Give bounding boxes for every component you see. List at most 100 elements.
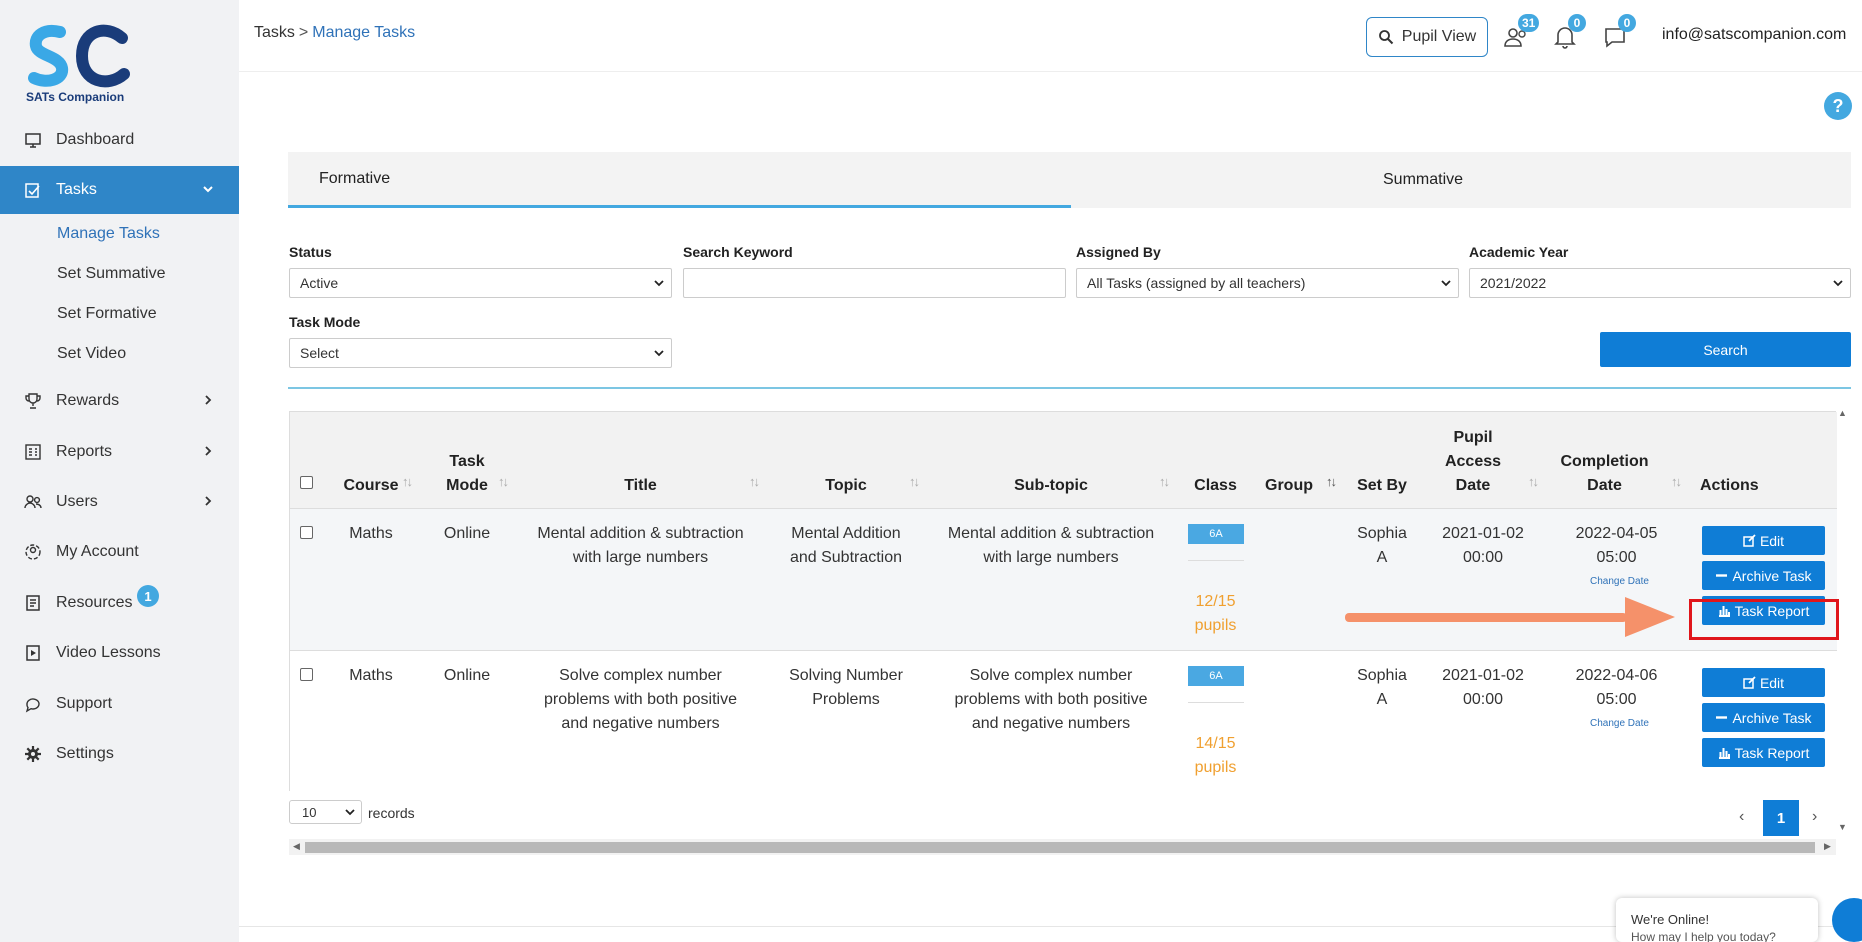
cell-topic: Mental Addition and Subtraction xyxy=(766,522,926,570)
header-line: Completion xyxy=(1560,453,1649,470)
notifications-badge: 0 xyxy=(1568,14,1586,32)
select-all-checkbox[interactable] xyxy=(300,476,313,489)
cell-line: Mental addition & subtraction xyxy=(537,525,744,542)
minus-icon xyxy=(1716,716,1728,719)
reports-icon xyxy=(24,443,42,461)
breadcrumb: Tasks > Manage Tasks xyxy=(254,24,415,42)
help-button[interactable]: ? xyxy=(1824,92,1852,120)
academic-year-select[interactable]: 2021/2022 xyxy=(1469,268,1851,298)
edit-button[interactable]: Edit xyxy=(1702,526,1825,555)
header-label: Pupil Access Date xyxy=(1445,426,1501,498)
task-report-button[interactable]: Task Report xyxy=(1702,738,1825,767)
tab-summative[interactable]: Summative xyxy=(1071,152,1851,208)
sidebar-subitem-manage-tasks[interactable]: Manage Tasks xyxy=(57,225,160,243)
header-line: Task xyxy=(449,453,485,470)
sidebar-item-my-account[interactable]: My Account xyxy=(0,528,239,576)
header-task-mode[interactable]: Task Mode ↑↓ xyxy=(419,412,515,509)
pagination-prev[interactable]: ‹ xyxy=(1739,808,1744,826)
sidebar-item-label: Tasks xyxy=(56,181,97,198)
change-date-link[interactable]: Change Date xyxy=(1590,718,1649,729)
edit-label: Edit xyxy=(1759,532,1785,549)
chevron-down-icon xyxy=(345,809,355,816)
sidebar-item-dashboard[interactable]: Dashboard xyxy=(0,116,239,164)
search-button[interactable]: Search xyxy=(1600,332,1851,367)
users-icon xyxy=(24,493,42,511)
header-label: Actions xyxy=(1700,477,1759,494)
sidebar-item-label: Users xyxy=(56,493,98,510)
header-course[interactable]: Course ↑↓ xyxy=(323,412,419,509)
archive-label: Archive Task xyxy=(1732,709,1812,726)
header-label: Title xyxy=(624,477,657,494)
edit-button[interactable]: Edit xyxy=(1702,668,1825,697)
status-select[interactable]: Active xyxy=(289,268,672,298)
cell-subtopic: Mental addition & subtraction with large … xyxy=(926,522,1176,570)
class-badge: 6A xyxy=(1188,666,1244,686)
tab-formative[interactable]: Formative xyxy=(288,152,1071,208)
header-line: Pupil xyxy=(1453,429,1493,446)
scroll-up-arrow[interactable]: ▲ xyxy=(1838,408,1847,418)
sort-icon: ↑↓ xyxy=(1159,474,1170,489)
sort-icon: ↑↓ xyxy=(1528,474,1539,489)
chevron-down-icon xyxy=(203,186,213,193)
sidebar-subitem-set-video[interactable]: Set Video xyxy=(57,345,126,363)
chat-launcher-button[interactable] xyxy=(1832,898,1862,942)
sidebar-item-users[interactable]: Users xyxy=(0,478,239,526)
breadcrumb-parent[interactable]: Tasks xyxy=(254,24,295,41)
edit-icon xyxy=(1743,534,1756,547)
cell-line: 2021-01-02 xyxy=(1442,667,1524,684)
pupils-fraction: 12/15 xyxy=(1195,593,1236,610)
header-set-by: Set By xyxy=(1343,412,1421,509)
pupil-view-button[interactable]: Pupil View xyxy=(1366,17,1488,57)
cell-line: with large numbers xyxy=(572,549,709,566)
sidebar-item-label: Resources xyxy=(56,594,133,611)
sidebar-subitem-set-formative[interactable]: Set Formative xyxy=(57,305,157,323)
task-mode-select[interactable]: Select xyxy=(289,338,672,368)
header-completion-date[interactable]: Completion Date ↑↓ xyxy=(1545,412,1688,509)
pupils-label: pupils xyxy=(1194,759,1237,776)
change-date-link[interactable]: Change Date xyxy=(1590,576,1649,587)
pagination-page-1[interactable]: 1 xyxy=(1763,800,1799,836)
chevron-down-icon xyxy=(1833,280,1843,287)
header-pupil-access-date[interactable]: Pupil Access Date ↑↓ xyxy=(1421,412,1545,509)
sidebar-item-resources[interactable]: Resources xyxy=(0,579,239,627)
user-email[interactable]: info@satscompanion.com xyxy=(1662,26,1846,44)
cell-line: 2022-04-06 xyxy=(1575,667,1658,684)
search-keyword-input[interactable] xyxy=(683,268,1066,298)
page-size-select[interactable]: 10 xyxy=(289,800,362,824)
class-badge: 6A xyxy=(1188,524,1244,544)
header-topic[interactable]: Topic ↑↓ xyxy=(766,412,926,509)
row-checkbox[interactable] xyxy=(300,526,313,539)
assigned-by-select[interactable]: All Tasks (assigned by all teachers) xyxy=(1076,268,1459,298)
sidebar-subitem-set-summative[interactable]: Set Summative xyxy=(57,265,165,283)
pagination-next[interactable]: › xyxy=(1812,808,1817,826)
scrollbar-thumb[interactable] xyxy=(305,842,1815,853)
chevron-down-icon xyxy=(1441,280,1451,287)
sidebar-item-settings[interactable]: Settings xyxy=(0,730,239,778)
scroll-left-arrow[interactable]: ◀ xyxy=(293,841,300,852)
header-subtopic[interactable]: Sub-topic ↑↓ xyxy=(926,412,1176,509)
chat-widget[interactable]: We're Online! How may I help you today? xyxy=(1616,898,1818,942)
pupils-label: pupils xyxy=(1194,617,1237,634)
scroll-right-arrow[interactable]: ▶ xyxy=(1824,841,1831,852)
cell-line: Mental Addition xyxy=(791,525,901,542)
breadcrumb-current[interactable]: Manage Tasks xyxy=(312,24,415,41)
cell-line: Sophia xyxy=(1357,667,1407,684)
sidebar-item-video-lessons[interactable]: Video Lessons xyxy=(0,629,239,677)
archive-task-button[interactable]: Archive Task xyxy=(1702,703,1825,732)
header-title[interactable]: Title ↑↓ xyxy=(515,412,766,509)
horizontal-scrollbar[interactable]: ◀ ▶ xyxy=(289,839,1836,855)
header-label: Completion Date xyxy=(1561,450,1649,498)
cell-line: Sophia xyxy=(1357,525,1407,542)
archive-task-button[interactable]: Archive Task xyxy=(1702,561,1825,590)
chevron-right-icon xyxy=(205,446,212,456)
sidebar-item-tasks[interactable]: Tasks xyxy=(0,166,239,214)
header-line: Access xyxy=(1444,453,1502,470)
header-group[interactable]: Group ↑↓ xyxy=(1255,412,1343,509)
row-checkbox[interactable] xyxy=(300,668,313,681)
sidebar-item-reports[interactable]: Reports xyxy=(0,428,239,476)
academic-year-label: Academic Year xyxy=(1469,244,1569,260)
scroll-down-arrow[interactable]: ▼ xyxy=(1838,822,1847,832)
sidebar-item-support[interactable]: Support xyxy=(0,680,239,728)
sidebar-item-rewards[interactable]: Rewards xyxy=(0,377,239,425)
messages-badge: 0 xyxy=(1618,14,1636,32)
